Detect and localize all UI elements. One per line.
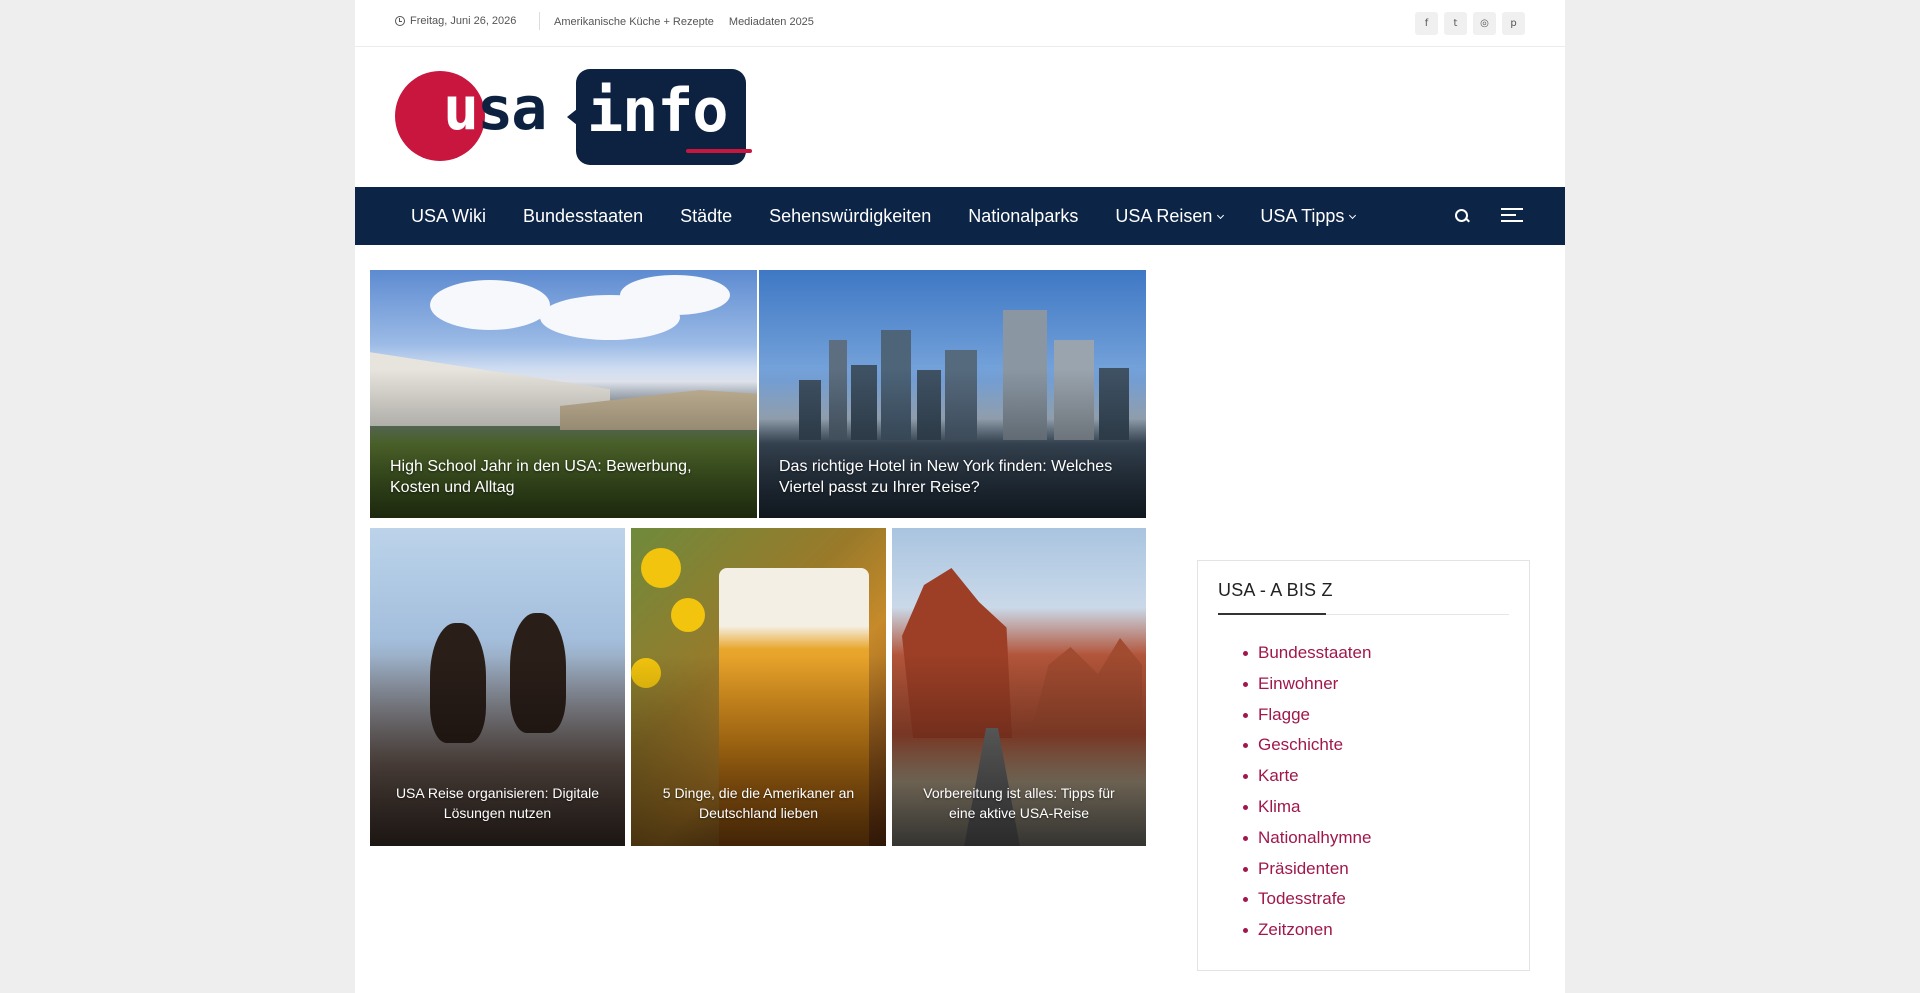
nav-item-staedte[interactable]: Städte [680,206,732,227]
widget-link[interactable]: Präsidenten [1258,859,1349,878]
nav-item-label: USA Wiki [411,205,487,226]
hamburger-menu-icon[interactable] [1501,208,1523,222]
top-link-kueche[interactable]: Amerikanische Küche + Rezepte [554,16,714,28]
post-title: Das richtige Hotel in New York finden: W… [779,458,1113,496]
top-bar: Freitag, Juni 26, 2026 Amerikanische Küc… [355,0,1565,47]
list-item[interactable]: Flagge [1242,700,1371,731]
nav-item-usa-wiki[interactable]: USA Wiki [411,206,486,227]
nav-item-bundesstaaten[interactable]: Bundesstaaten [523,206,643,227]
widget-title: USA - A BIS Z [1218,580,1333,600]
twitter-icon[interactable]: t [1444,12,1467,35]
list-item[interactable]: Todesstrafe [1242,884,1371,915]
list-item[interactable]: Karte [1242,761,1371,792]
post-title: 5 Dinge, die die Amerikaner an Deutschla… [662,785,855,821]
facebook-icon[interactable]: f [1415,12,1438,35]
nav-item-label: USA Reisen [1115,205,1213,226]
widget-link[interactable]: Zeitzonen [1258,920,1333,939]
list-item[interactable]: Nationalhymne [1242,823,1371,854]
widget-link[interactable]: Karte [1258,766,1299,785]
logo-usa-text: usa [443,74,547,144]
post-title: High School Jahr in den USA: Bewerbung, … [390,458,692,496]
nav-item-nationalparks[interactable]: Nationalparks [968,206,1078,227]
list-item[interactable]: Geschichte [1242,730,1371,761]
nav-item-usa-reisen[interactable]: USA Reisen [1115,205,1225,227]
nav-item-label: Nationalparks [968,205,1079,226]
list-item[interactable]: Präsidenten [1242,854,1371,885]
pinterest-icon[interactable]: p [1502,12,1525,35]
widget-link[interactable]: Nationalhymne [1258,828,1371,847]
featured-post-hotel-new-york[interactable]: Das richtige Hotel in New York finden: W… [759,270,1146,518]
main-navigation: USA Wiki Bundesstaaten Städte Sehenswürd… [355,187,1565,245]
widget-link[interactable]: Klima [1258,797,1301,816]
logo-underline [686,149,752,153]
chevron-down-icon [1349,211,1357,219]
post-title: Vorbereitung ist alles: Tipps für eine a… [923,785,1115,821]
nav-item-label: USA Tipps [1260,205,1345,226]
clock-icon [395,16,405,26]
post-amerikaner-lieben-deutschland[interactable]: 5 Dinge, die die Amerikaner an Deutschla… [631,528,886,846]
featured-post-high-school[interactable]: High School Jahr in den USA: Bewerbung, … [370,270,757,518]
nav-item-label: Sehenswürdigkeiten [769,205,932,226]
logo-info-text: info [587,76,728,146]
widget-link[interactable]: Geschichte [1258,735,1343,754]
widget-link-list: Bundesstaaten Einwohner Flagge Geschicht… [1242,638,1371,946]
search-icon[interactable] [1453,207,1471,225]
nav-item-usa-tipps[interactable]: USA Tipps [1260,205,1357,227]
nav-item-label: Städte [680,205,733,226]
instagram-icon[interactable]: ◎ [1473,12,1496,35]
social-links: f t ◎ p [1415,12,1525,35]
widget-link[interactable]: Flagge [1258,705,1310,724]
site-logo[interactable]: usa info [395,69,752,165]
page: Freitag, Juni 26, 2026 Amerikanische Küc… [355,0,1565,993]
post-title: USA Reise organisieren: Digitale Lösunge… [395,785,600,821]
top-links: Amerikanische Küche + Rezepte Mediadaten… [554,16,814,28]
list-item[interactable]: Einwohner [1242,669,1371,700]
list-item[interactable]: Klima [1242,792,1371,823]
nav-item-sehenswuerdigkeiten[interactable]: Sehenswürdigkeiten [769,206,931,227]
list-item[interactable]: Zeitzonen [1242,915,1371,946]
nav-item-label: Bundesstaaten [523,205,644,226]
widget-link[interactable]: Bundesstaaten [1258,643,1371,662]
post-aktive-usa-reise[interactable]: Vorbereitung ist alles: Tipps für eine a… [892,528,1146,846]
nav-items: USA Wiki Bundesstaaten Städte Sehenswürd… [411,187,1357,245]
current-date: Freitag, Juni 26, 2026 [395,15,516,27]
widget-link[interactable]: Einwohner [1258,674,1338,693]
usa-a-bis-z-widget: USA - A BIS Z Bundesstaaten Einwohner Fl… [1197,560,1530,971]
top-bar-divider [539,12,540,30]
widget-link[interactable]: Todesstrafe [1258,889,1346,908]
post-usa-reise-organisieren[interactable]: USA Reise organisieren: Digitale Lösunge… [370,528,625,846]
chevron-down-icon [1217,211,1225,219]
list-item[interactable]: Bundesstaaten [1242,638,1371,669]
top-link-mediadaten[interactable]: Mediadaten 2025 [729,16,814,28]
date-text: Freitag, Juni 26, 2026 [410,15,517,27]
